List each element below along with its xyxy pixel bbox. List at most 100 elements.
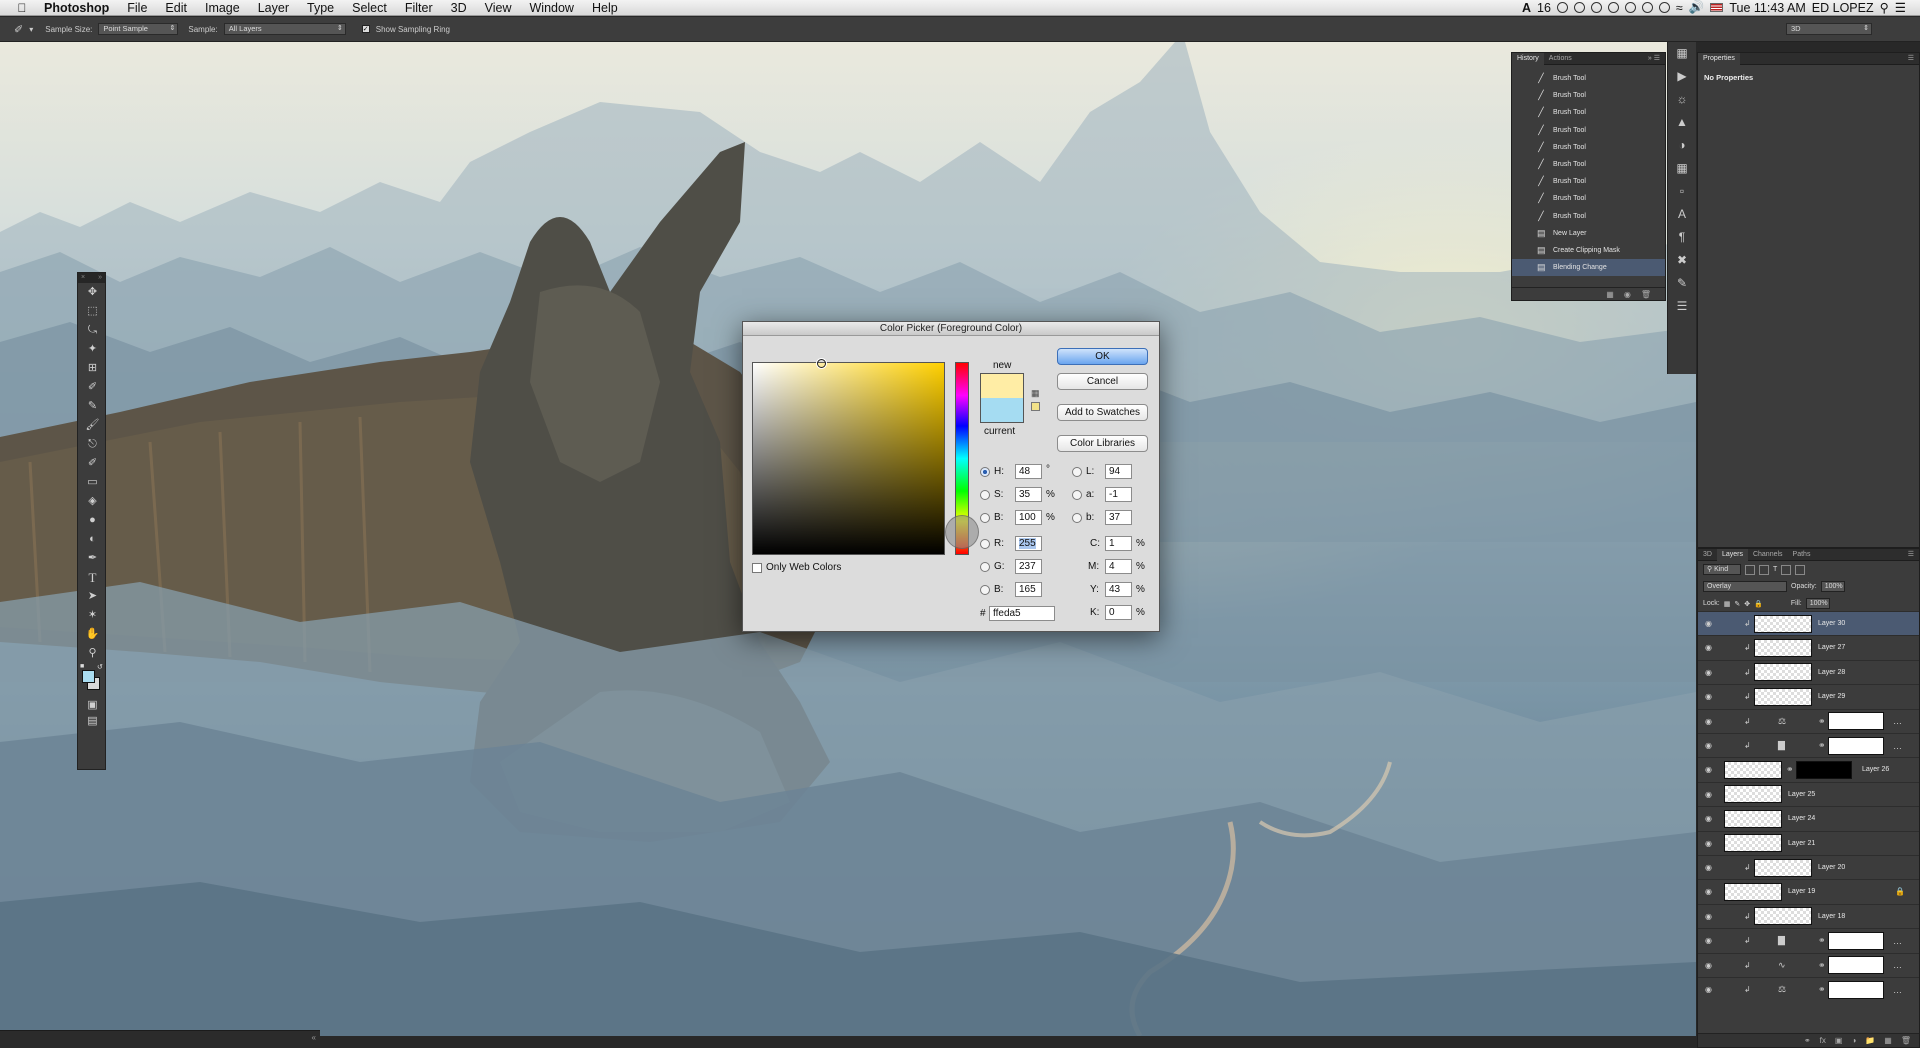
delete-state-icon[interactable]: 🗑: [1641, 290, 1651, 299]
visibility-eye-icon[interactable]: ◉: [1705, 814, 1712, 823]
layer-mask-thumbnail[interactable]: [1828, 956, 1884, 975]
cyan-input[interactable]: 1: [1105, 536, 1132, 551]
history-item[interactable]: ╱ Brush Tool: [1512, 173, 1665, 190]
menu-layer[interactable]: Layer: [249, 1, 298, 15]
visibility-eye-icon[interactable]: ◉: [1705, 985, 1712, 994]
color-field-cursor[interactable]: [817, 359, 826, 368]
layer-row[interactable]: ◉ ↲ Layer 29: [1698, 684, 1919, 708]
shape-tool-icon[interactable]: ✶: [78, 606, 107, 625]
cancel-button[interactable]: Cancel: [1057, 373, 1148, 390]
sample-select[interactable]: All Layers: [223, 23, 346, 35]
lock-position-icon[interactable]: ✥: [1744, 600, 1750, 608]
green-radio[interactable]: [980, 562, 990, 572]
only-web-colors-checkbox[interactable]: [752, 563, 762, 573]
brightness-radio[interactable]: [980, 513, 990, 523]
eraser-tool-icon[interactable]: ▭: [78, 473, 107, 492]
history-panel-icon[interactable]: ▦: [1668, 42, 1696, 65]
menu-window[interactable]: Window: [521, 1, 583, 15]
visibility-eye-icon[interactable]: ◉: [1705, 863, 1712, 872]
visibility-eye-icon[interactable]: ◉: [1705, 717, 1712, 726]
adobe-icon[interactable]: A: [1522, 1, 1531, 15]
workspace-select[interactable]: 3D: [1786, 23, 1872, 35]
quick-select-tool-icon[interactable]: ✦: [78, 340, 107, 359]
menu-file[interactable]: File: [118, 1, 156, 15]
magenta-input[interactable]: 4: [1105, 559, 1132, 574]
color-libraries-button[interactable]: Color Libraries: [1057, 435, 1148, 452]
web-safe-cube-icon[interactable]: ▦: [1031, 388, 1040, 399]
blue-input[interactable]: 165: [1015, 582, 1042, 597]
mask-link-icon[interactable]: ⚭: [1786, 764, 1794, 775]
b-channel-radio[interactable]: [1072, 513, 1082, 523]
tab-properties[interactable]: Properties: [1698, 52, 1740, 65]
zoom-tool-icon[interactable]: ⚲: [78, 644, 107, 663]
layer-row[interactable]: ◉ ↲ ▇ ⚭…: [1698, 733, 1919, 757]
tab-layers[interactable]: Layers: [1716, 549, 1748, 561]
tab-3d[interactable]: 3D: [1698, 549, 1717, 561]
quick-mask-icon[interactable]: ▣: [78, 697, 107, 713]
layer-thumbnail[interactable]: [1754, 687, 1812, 706]
spotlight-icon[interactable]: ⚲: [1880, 0, 1889, 15]
menu-type[interactable]: Type: [298, 1, 343, 15]
swatches-panel-icon[interactable]: ▦: [1668, 157, 1696, 180]
close-icon[interactable]: ×: [81, 273, 85, 283]
sample-size-select[interactable]: Point Sample: [98, 23, 179, 35]
layer-row[interactable]: ◉ Layer 19 🔒: [1698, 879, 1919, 903]
fx-icon[interactable]: fx: [1820, 1036, 1826, 1045]
visibility-eye-icon[interactable]: ◉: [1705, 668, 1712, 677]
layer-mask-thumbnail[interactable]: [1828, 712, 1884, 731]
brightness-input[interactable]: 100: [1015, 510, 1042, 525]
sync-icon[interactable]: [1573, 2, 1585, 13]
a-channel-input[interactable]: -1: [1105, 487, 1132, 502]
paint-bucket-tool-icon[interactable]: ◈: [78, 492, 107, 511]
time-machine-icon[interactable]: [1641, 2, 1653, 13]
layer-mask-thumbnail[interactable]: [1828, 980, 1884, 999]
notification-center-icon[interactable]: ☰: [1895, 0, 1906, 15]
default-colors-icon[interactable]: ■: [80, 663, 84, 670]
mask-link-icon[interactable]: ⚭: [1818, 935, 1826, 946]
visibility-eye-icon[interactable]: ◉: [1705, 887, 1712, 896]
layer-row[interactable]: ◉ ↲ ▇ ⚭…: [1698, 928, 1919, 952]
layer-row[interactable]: ◉ Layer 21: [1698, 830, 1919, 855]
red-input[interactable]: 255: [1015, 536, 1042, 551]
history-item[interactable]: ╱ Brush Tool: [1512, 156, 1665, 173]
link-layers-icon[interactable]: ⚭: [1804, 1036, 1811, 1045]
layer-row[interactable]: ◉ ↲ Layer 18: [1698, 903, 1919, 928]
layer-row[interactable]: ◉ ↲ Layer 30: [1698, 611, 1919, 635]
history-item[interactable]: ╱ Brush Tool: [1512, 208, 1665, 225]
volume-icon[interactable]: 🔊: [1689, 0, 1705, 15]
layer-thumbnail[interactable]: [1754, 614, 1812, 633]
properties-menu-icon[interactable]: ☰: [1903, 53, 1919, 65]
layer-row[interactable]: ◉ ↲ Layer 28: [1698, 659, 1919, 684]
a-channel-radio[interactable]: [1072, 490, 1082, 500]
layer-mask-thumbnail[interactable]: [1828, 931, 1884, 950]
snapshot-icon[interactable]: ◉: [1624, 290, 1631, 299]
mask-link-icon[interactable]: ⚭: [1818, 960, 1826, 971]
b-channel-input[interactable]: 37: [1105, 510, 1132, 525]
crop-tool-icon[interactable]: ⊞: [78, 359, 107, 378]
layer-thumbnail[interactable]: [1724, 834, 1782, 853]
menu-image[interactable]: Image: [196, 1, 249, 15]
color-panel-icon[interactable]: ◑: [1668, 134, 1696, 157]
layer-row[interactable]: ◉ ↲ ∿ ⚭…: [1698, 952, 1919, 977]
layer-mask-thumbnail[interactable]: [1796, 760, 1852, 779]
visibility-eye-icon[interactable]: ◉: [1705, 643, 1712, 652]
new-adjustment-icon[interactable]: ◑: [1851, 1036, 1856, 1045]
panel-menu-icon[interactable]: » ☰: [1643, 53, 1665, 65]
visibility-eye-icon[interactable]: ◉: [1705, 839, 1712, 848]
healing-brush-tool-icon[interactable]: ✎: [78, 397, 107, 416]
menu-help[interactable]: Help: [583, 1, 627, 15]
layer-thumbnail[interactable]: [1724, 760, 1782, 779]
layer-row[interactable]: ◉ ⚭ Layer 26: [1698, 757, 1919, 781]
layer-thumbnail[interactable]: [1724, 882, 1782, 901]
brush-panel-icon[interactable]: ☰: [1668, 295, 1696, 318]
visibility-eye-icon[interactable]: ◉: [1705, 741, 1712, 750]
adjustments-panel-icon[interactable]: ☼: [1668, 88, 1696, 111]
swap-colors-icon[interactable]: ↺: [97, 663, 103, 671]
filter-shape-icon[interactable]: [1781, 564, 1792, 575]
blur-tool-icon[interactable]: ●: [78, 511, 107, 530]
menu-3d[interactable]: 3D: [442, 1, 476, 15]
bluetooth-icon[interactable]: [1658, 2, 1670, 13]
layer-row[interactable]: ◉ Layer 24: [1698, 806, 1919, 830]
red-radio[interactable]: [980, 539, 990, 549]
fill-input[interactable]: 100%: [1805, 598, 1830, 609]
